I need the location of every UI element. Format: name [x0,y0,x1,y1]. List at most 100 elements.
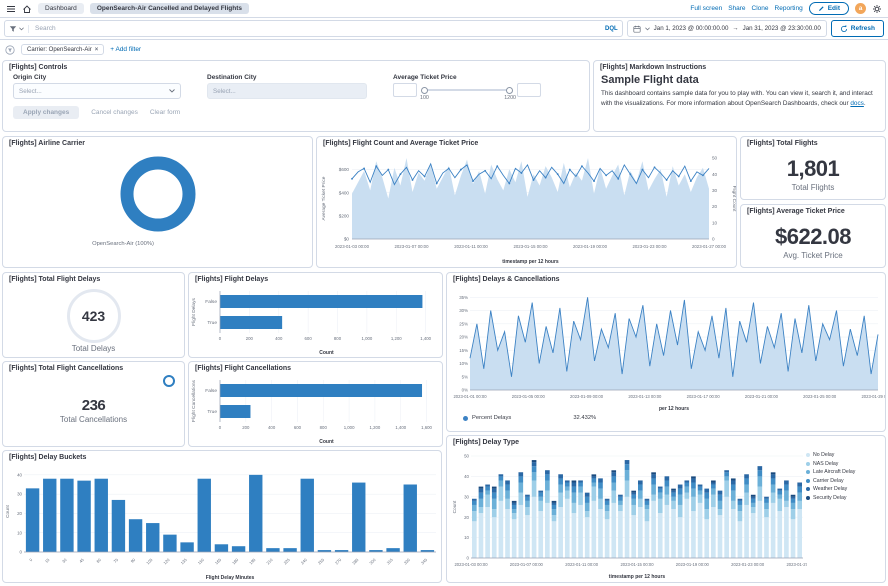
svg-text:2023-01-11 00:00: 2023-01-11 00:00 [454,244,488,249]
svg-text:15: 15 [44,557,51,564]
edit-button[interactable]: Edit [809,2,849,15]
legend-item[interactable]: NAS Delay [806,461,882,467]
remove-filter-icon[interactable]: × [95,47,99,53]
destination-city-label: Destination City [207,74,367,81]
query-bar: DQL Jan 1, 2023 @ 00:00:00.00 → Jan 31, … [0,18,888,40]
percent-delays-legend[interactable]: Percent Delays 32.432% [463,415,596,421]
svg-text:Count: Count [319,350,334,356]
apply-changes-button[interactable]: Apply changes [13,106,79,119]
svg-text:20: 20 [17,511,22,516]
flight-count-avg-price-chart[interactable]: $0$200$400$600010203040502023-01-03 00:0… [318,150,737,268]
airline-carrier-donut-chart[interactable] [4,150,313,243]
svg-text:30%: 30% [459,308,468,313]
user-avatar[interactable]: a [855,3,866,14]
delay-type-legend[interactable]: No Delay NAS Delay Late Aircraft Delay Carr… [806,452,882,501]
legend-item[interactable]: Security Delay [806,495,882,501]
add-filter-button[interactable]: + Add filter [110,46,141,53]
svg-text:270: 270 [334,557,343,566]
svg-text:10: 10 [712,220,718,225]
date-range-picker: Jan 1, 2023 @ 00:00:00.00 → Jan 31, 2023… [627,20,827,37]
legend-item[interactable]: Weather Delay [806,486,882,492]
flight-delays-bar-chart[interactable]: 02004006008001,0001,2001,400FalseTrueCou… [190,286,443,358]
markdown-heading: Sample Flight data [601,74,878,86]
clear-form-button[interactable]: Clear form [150,109,180,116]
date-to[interactable]: Jan 31, 2023 @ 23:30:00.00 [743,25,821,32]
panel-title: [Flights] Controls [3,61,589,72]
svg-text:1,200: 1,200 [391,336,402,341]
date-from[interactable]: Jan 1, 2023 @ 00:00:00.00 [654,25,729,32]
panel-flight-cancellations: [Flights] Flight Cancellations 020040060… [188,361,443,447]
svg-text:2023-01-19 00:00: 2023-01-19 00:00 [676,562,710,567]
panel-total-flight-delays: [Flights] Total Flight Delays 423 Total … [2,272,185,358]
total-delays-gauge: 423 Total Delays [3,285,184,357]
panel-markdown-instructions: [Flights] Markdown Instructions Sample F… [593,60,886,132]
panel-title: [Flights] Flight Delays [189,273,442,284]
svg-text:2023-01-09 00:00: 2023-01-09 00:00 [570,394,604,399]
refresh-icon [840,25,848,33]
cancel-changes-button[interactable]: Cancel changes [91,109,138,116]
delays-cancellations-chart[interactable]: 0%5%10%15%20%25%30%35%2023-01-01 00:0020… [448,286,886,419]
svg-text:1,600: 1,600 [421,425,432,430]
search-input[interactable] [33,24,601,33]
slider-handle-max[interactable] [506,87,513,94]
filter-pill-carrier[interactable]: Carrier: OpenSearch-Air × [21,44,104,55]
refresh-button[interactable]: Refresh [831,20,884,37]
legend-item[interactable]: Late Aircraft Delay [806,469,882,475]
legend-label: Percent Delays [472,415,511,421]
panel-flight-count-avg-price: [Flights] Flight Count and Average Ticke… [316,136,737,268]
panel-delay-buckets: [Flights] Delay Buckets 0102030400153045… [2,450,442,583]
svg-text:Flight Delay Minutes: Flight Delay Minutes [206,575,255,581]
clone-link[interactable]: Clone [752,5,769,12]
filter-icon [9,25,17,33]
markdown-body: This dashboard contains sample data for … [601,89,878,108]
saved-query-menu-button[interactable] [9,25,29,33]
svg-text:120: 120 [162,557,171,566]
delay-type-stacked-chart[interactable]: 010203040502023-01-03 00:002023-01-07 00… [451,450,807,583]
avg-ticket-price-label: Avg. Ticket Price [783,251,842,260]
origin-city-select[interactable]: Select... [13,83,181,99]
full-screen-link[interactable]: Full screen [690,5,722,12]
delay-buckets-bar-chart[interactable]: 0102030400153045607590105120135150165180… [4,465,442,583]
chevron-down-icon[interactable] [645,27,650,31]
price-max-input[interactable] [517,83,541,97]
svg-text:2023-01-17 00:00: 2023-01-17 00:00 [687,394,721,399]
svg-text:2023-01-07 00:00: 2023-01-07 00:00 [510,562,544,567]
docs-link[interactable]: docs [850,100,864,107]
destination-city-select[interactable]: Select... [207,83,367,99]
price-range-slider[interactable]: 100 1200 [421,84,513,96]
donut-legend[interactable]: OpenSearch-Air (100%) [23,241,223,247]
panel-delays-cancellations: [Flights] Delays & Cancellations 0%5%10%… [446,272,886,432]
svg-text:40: 40 [712,172,718,177]
svg-text:0: 0 [712,237,715,242]
page-title: OpenSearch-Air Cancelled and Delayed Fli… [90,3,249,14]
legend-dot-icon [806,470,810,474]
price-min-input[interactable] [393,83,417,97]
opensearch-dashboard-app: Dashboard OpenSearch-Air Cancelled and D… [0,0,888,586]
total-flights-metric: 1,801 Total Flights [741,149,885,199]
home-icon[interactable] [22,4,32,14]
slider-handle-min[interactable] [421,87,428,94]
svg-text:Count: Count [452,500,458,513]
legend-item[interactable]: Carrier Delay [806,478,882,484]
svg-text:1,200: 1,200 [370,425,381,430]
svg-text:20%: 20% [459,335,468,340]
dql-toggle[interactable]: DQL [605,26,618,32]
calendar-icon[interactable] [633,25,641,33]
panel-avg-ticket-price: [Flights] Average Ticket Price $622.08 A… [740,204,886,268]
svg-text:135: 135 [180,557,189,566]
share-link[interactable]: Share [728,5,745,12]
svg-text:$400: $400 [339,190,350,195]
breadcrumb-dashboard[interactable]: Dashboard [38,3,84,14]
legend-item[interactable]: No Delay [806,452,882,458]
filter-options-icon[interactable] [5,45,15,55]
legend-label: Security Delay [813,495,846,501]
flight-cancellations-bar-chart[interactable]: 02004006008001,0001,2001,4001,600FalseTr… [190,375,443,447]
svg-text:180: 180 [231,557,240,566]
svg-text:255: 255 [317,557,326,566]
reporting-link[interactable]: Reporting [775,5,803,12]
svg-text:0: 0 [20,550,23,555]
gear-icon[interactable] [872,4,882,14]
slider-min-label: 100 [420,95,429,101]
menu-icon[interactable] [6,4,16,14]
svg-text:5%: 5% [462,374,468,379]
